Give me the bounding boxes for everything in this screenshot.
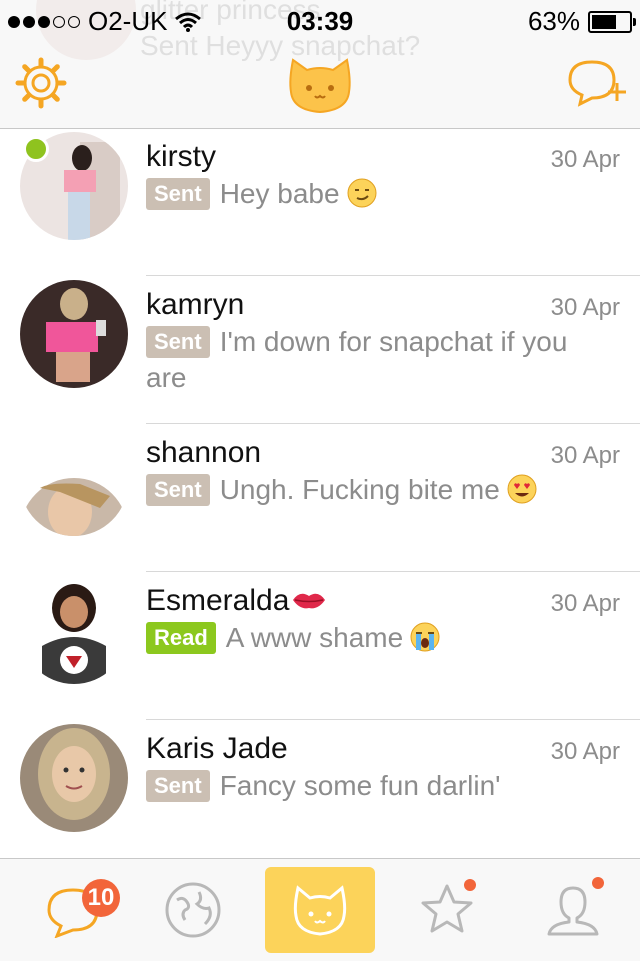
conversation-row[interactable]: kamryn 30 Apr Sent I'm down for snapchat … [0, 276, 640, 424]
message-date: 30 Apr [550, 590, 620, 617]
message-preview: Read A www shame [146, 620, 596, 656]
tab-home[interactable] [265, 867, 375, 953]
message-preview: Sent Fancy some fun darlin' [146, 768, 596, 804]
tab-chats[interactable]: 10 [18, 867, 128, 953]
cat-logo-icon [289, 58, 351, 114]
avatar[interactable] [20, 724, 128, 832]
unread-count-badge: 10 [82, 879, 120, 917]
conversation-row[interactable]: Karis Jade 30 Apr Sent Fancy some fun dar… [0, 720, 640, 868]
tab-favorites[interactable] [392, 867, 502, 953]
favorites-notification-dot [464, 879, 476, 891]
avatar[interactable] [20, 280, 128, 388]
message-text: A www shame [225, 622, 404, 653]
status-badge: Sent [146, 178, 210, 210]
battery-area: 63% [527, 6, 636, 37]
settings-gear-icon[interactable] [14, 56, 68, 110]
kiss-lips-icon [293, 593, 326, 609]
conversation-list: kirsty 30 Apr Sent Hey babe kamryn 30 Apr… [0, 128, 640, 868]
status-badge: Sent [146, 326, 210, 358]
battery-percent: 63% [527, 6, 580, 36]
tab-profile[interactable] [518, 867, 628, 953]
conversation-row[interactable]: kirsty 30 Apr Sent Hey babe [0, 128, 640, 276]
contact-name-text: Esmeralda [146, 584, 290, 617]
message-date: 30 Apr [550, 146, 620, 173]
profile-notification-dot [592, 877, 604, 889]
status-badge: Sent [146, 770, 210, 802]
crying-face-icon [410, 622, 440, 652]
conversation-row[interactable]: Esmeralda 30 Apr Read A www shame [0, 572, 640, 720]
contact-name: kamryn [146, 288, 245, 321]
message-text: Fancy some fun darlin' [219, 770, 501, 801]
contact-name: shannon [146, 436, 262, 469]
heart-eyes-face-icon [507, 474, 537, 504]
status-badge: Read [146, 622, 216, 654]
smirk-face-icon [347, 178, 377, 208]
message-preview: Sent Hey babe [146, 176, 596, 212]
message-date: 30 Apr [550, 738, 620, 765]
contact-name: Karis Jade [146, 732, 288, 765]
status-badge: Sent [146, 474, 210, 506]
message-date: 30 Apr [550, 442, 620, 469]
message-date: 30 Apr [550, 294, 620, 321]
cat-face-icon [293, 885, 347, 936]
online-indicator [23, 136, 49, 162]
message-preview: Sent I'm down for snapchat if you are [146, 324, 596, 396]
avatar[interactable] [20, 576, 128, 684]
battery-icon [588, 10, 636, 33]
new-chat-icon[interactable] [566, 58, 628, 108]
status-bar: O2-UK 03:39 63% [0, 0, 640, 40]
avatar[interactable] [20, 428, 128, 536]
message-text: Hey babe [219, 178, 340, 209]
globe-icon [165, 882, 221, 938]
contact-name: Esmeralda [146, 584, 327, 618]
message-text: Ungh. Fucking bite me [219, 474, 500, 505]
tab-bar: 10 [0, 858, 640, 961]
person-icon [547, 886, 599, 936]
conversation-row[interactable]: shannon 30 Apr Sent Ungh. Fucking bite me [0, 424, 640, 572]
tab-explore[interactable] [138, 867, 248, 953]
contact-name: kirsty [146, 140, 216, 173]
message-preview: Sent Ungh. Fucking bite me [146, 472, 596, 508]
